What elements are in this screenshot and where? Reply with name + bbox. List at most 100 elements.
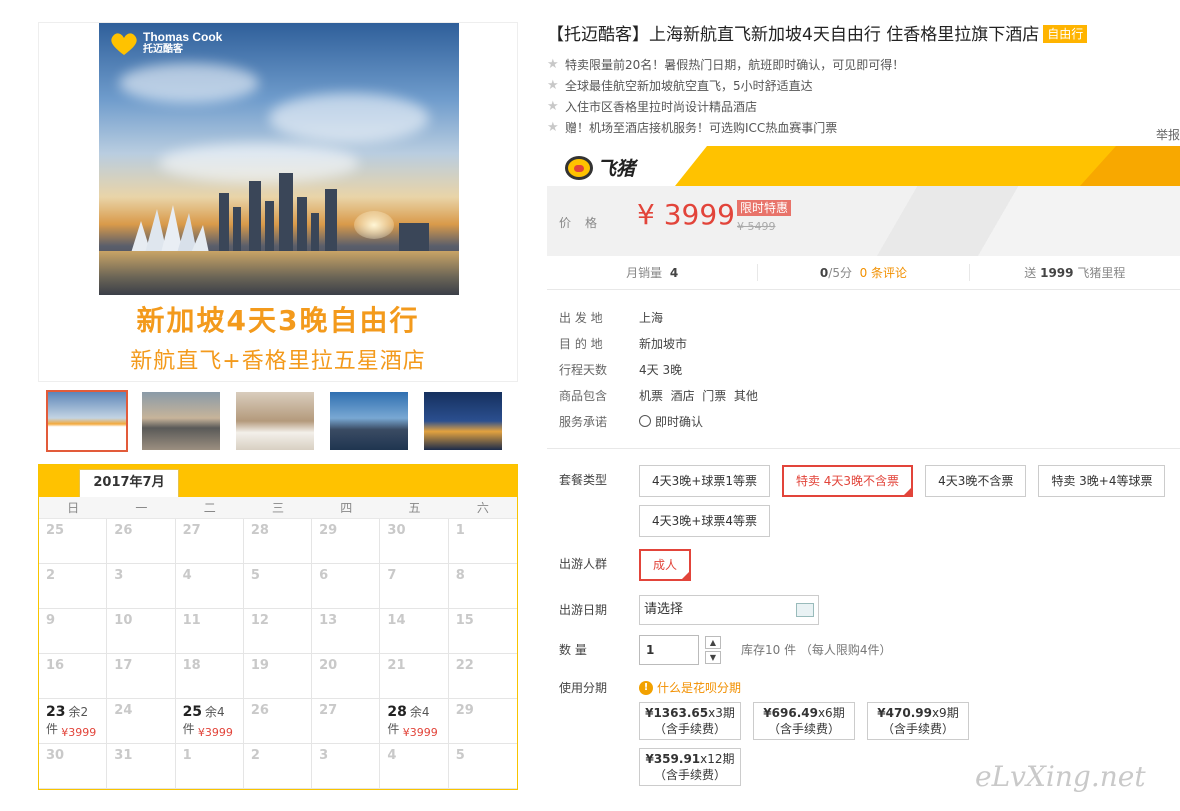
info-value: 即时确认	[639, 413, 703, 430]
miles-suffix: 飞猪里程	[1077, 266, 1126, 280]
package-option[interactable]: 特卖 3晚+4等球票	[1038, 465, 1166, 497]
heart-logo-icon	[111, 32, 137, 55]
day-number: 14	[387, 613, 406, 628]
pig-icon	[565, 155, 593, 180]
thumbnail-2[interactable]	[140, 390, 222, 452]
calendar-day: 29	[312, 519, 381, 564]
installment-amount: ¥359.91	[645, 752, 701, 766]
current-price: ¥ 3999	[637, 198, 735, 231]
day-number: 19	[250, 658, 269, 673]
travel-date-input[interactable]: 请选择	[639, 595, 819, 625]
calendar-day: 11	[175, 609, 244, 654]
increment-button[interactable]: ▲	[705, 636, 721, 649]
calendar-day: 15	[448, 609, 517, 654]
calendar-day: 28	[243, 519, 313, 564]
day-number: 2	[250, 748, 260, 763]
free-travel-tag: 自由行	[1043, 25, 1088, 43]
info-key: 出 发 地	[559, 310, 603, 325]
feature-item: ★ 特卖限量前20名！暑假热门日期，航班即时确认，可见即可得！	[547, 54, 1180, 75]
quantity-input[interactable]: 1	[639, 635, 699, 665]
day-number: 5	[250, 568, 260, 583]
calendar-day: 2	[243, 744, 313, 789]
crowd-adult-option[interactable]: 成人	[639, 549, 692, 581]
report-link[interactable]: 举报	[1156, 126, 1180, 143]
feature-text: 特卖限量前20名！暑假热门日期，航班即时确认，可见即可得！	[565, 58, 905, 72]
product-gallery: Thomas Cook 托迈酷客 新加坡4天3晚自由行 新航直飞+香格里拉五星酒…	[38, 22, 518, 790]
calendar-day[interactable]: 28 余4件 ¥3999	[380, 699, 449, 744]
installment-label: 使用分期	[559, 681, 608, 695]
package-option[interactable]: 4天3晚不含票	[925, 465, 1027, 497]
calendar-day: 12	[243, 609, 313, 654]
purchase-options: 套餐类型 4天3晚+球票1等票 特卖 4天3晚不含票 4天3晚不含票 特卖 3晚+4等…	[547, 449, 1180, 786]
day-number: 23	[46, 704, 66, 720]
installment-period: x6期	[817, 706, 845, 720]
day-number: 26	[114, 523, 133, 538]
miles-value: 1999	[1040, 266, 1074, 280]
installment-note: （含手续费）	[653, 722, 726, 736]
day-number: 7	[387, 568, 397, 583]
installment-option[interactable]: ¥359.91x12期 （含手续费）	[639, 748, 741, 786]
reviews-link[interactable]: 0 条评论	[860, 266, 907, 280]
day-number: 4	[182, 568, 192, 583]
day-number: 13	[319, 613, 338, 628]
product-detail: 【托迈酷客】上海新航直飞新加坡4天自由行 住香格里拉旗下酒店 自由行 ★ 特卖限量前…	[547, 22, 1180, 796]
calendar-day: 7	[380, 564, 449, 609]
installment-period: x12期	[700, 752, 735, 766]
thumbnail-4[interactable]	[328, 390, 410, 452]
info-row: 服务承诺 即时确认	[547, 408, 1180, 434]
weekday-label: 五	[408, 501, 421, 515]
calendar-day: 27	[312, 699, 381, 744]
hero-image[interactable]: Thomas Cook 托迈酷客 新加坡4天3晚自由行 新航直飞+香格里拉五星酒…	[38, 22, 518, 382]
installment-note: （含手续费）	[767, 722, 840, 736]
info-value-text: 机票 酒店 门票 其他	[639, 388, 758, 403]
info-key: 服务承诺	[559, 414, 608, 429]
info-value: 机票 酒店 门票 其他	[639, 387, 758, 404]
sales-value: 4	[669, 266, 679, 280]
day-number: 24	[114, 703, 133, 718]
package-option[interactable]: 4天3晚+球票4等票	[639, 505, 770, 537]
day-number: 22	[455, 658, 474, 673]
miles-prefix: 送	[1024, 266, 1037, 280]
huabei-help-link[interactable]: ! 什么是花呗分期	[639, 679, 1180, 696]
day-number: 17	[114, 658, 133, 673]
info-value: 4天 3晚	[639, 361, 682, 378]
installment-option[interactable]: ¥1363.65x3期 （含手续费）	[639, 702, 741, 740]
calendar-day: 1	[448, 519, 517, 564]
day-number: 25	[182, 704, 203, 720]
installment-period: x3期	[708, 706, 735, 720]
day-number: 3	[319, 748, 329, 763]
miles: 送 1999 飞猪里程	[970, 264, 1180, 281]
package-label: 套餐类型	[559, 473, 608, 487]
calendar-icon[interactable]	[796, 603, 814, 617]
calendar-day: 25	[39, 519, 108, 564]
package-option[interactable]: 特卖 4天3晚不含票	[781, 465, 914, 497]
rating: 0/5分 0 条评论	[758, 264, 970, 281]
info-value: 新加坡市	[639, 335, 687, 352]
calendar-month: 2017年7月	[79, 469, 179, 497]
calendar-day: 24	[107, 699, 176, 744]
decrement-button[interactable]: ▼	[705, 651, 721, 664]
thumbnail-5[interactable]	[422, 390, 504, 452]
day-number: 27	[182, 523, 201, 538]
installment-option[interactable]: ¥696.49x6期 （含手续费）	[753, 702, 855, 740]
artscience-museum	[131, 205, 209, 253]
product-title-text: 【托迈酷客】上海新航直飞新加坡4天自由行 住香格里拉旗下酒店	[547, 25, 1040, 45]
day-number: 5	[455, 748, 465, 763]
calendar-day: 4	[175, 564, 244, 609]
info-value: 上海	[639, 309, 663, 326]
feature-text: 赠！机场至酒店接机服务！可选购ICC热血赛事门票	[565, 121, 838, 135]
installment-amount: ¥1363.65	[645, 706, 709, 720]
calendar-day: 2	[39, 564, 108, 609]
calendar-day[interactable]: 25 余4件 ¥3999	[175, 699, 244, 744]
day-price: ¥3999	[402, 726, 438, 739]
date-placeholder: 请选择	[644, 602, 684, 617]
thumbnail-3[interactable]	[234, 390, 316, 452]
installment-option[interactable]: ¥470.99x9期 （含手续费）	[867, 702, 969, 740]
thumbnail-1[interactable]	[46, 390, 128, 452]
day-number: 30	[46, 748, 65, 763]
info-row: 行程天数 4天 3晚	[547, 356, 1180, 382]
day-price: ¥3999	[61, 726, 97, 739]
calendar-day: 4	[380, 744, 449, 789]
package-option[interactable]: 4天3晚+球票1等票	[639, 465, 770, 497]
calendar-day[interactable]: 23 余2件 ¥3999	[39, 699, 108, 744]
